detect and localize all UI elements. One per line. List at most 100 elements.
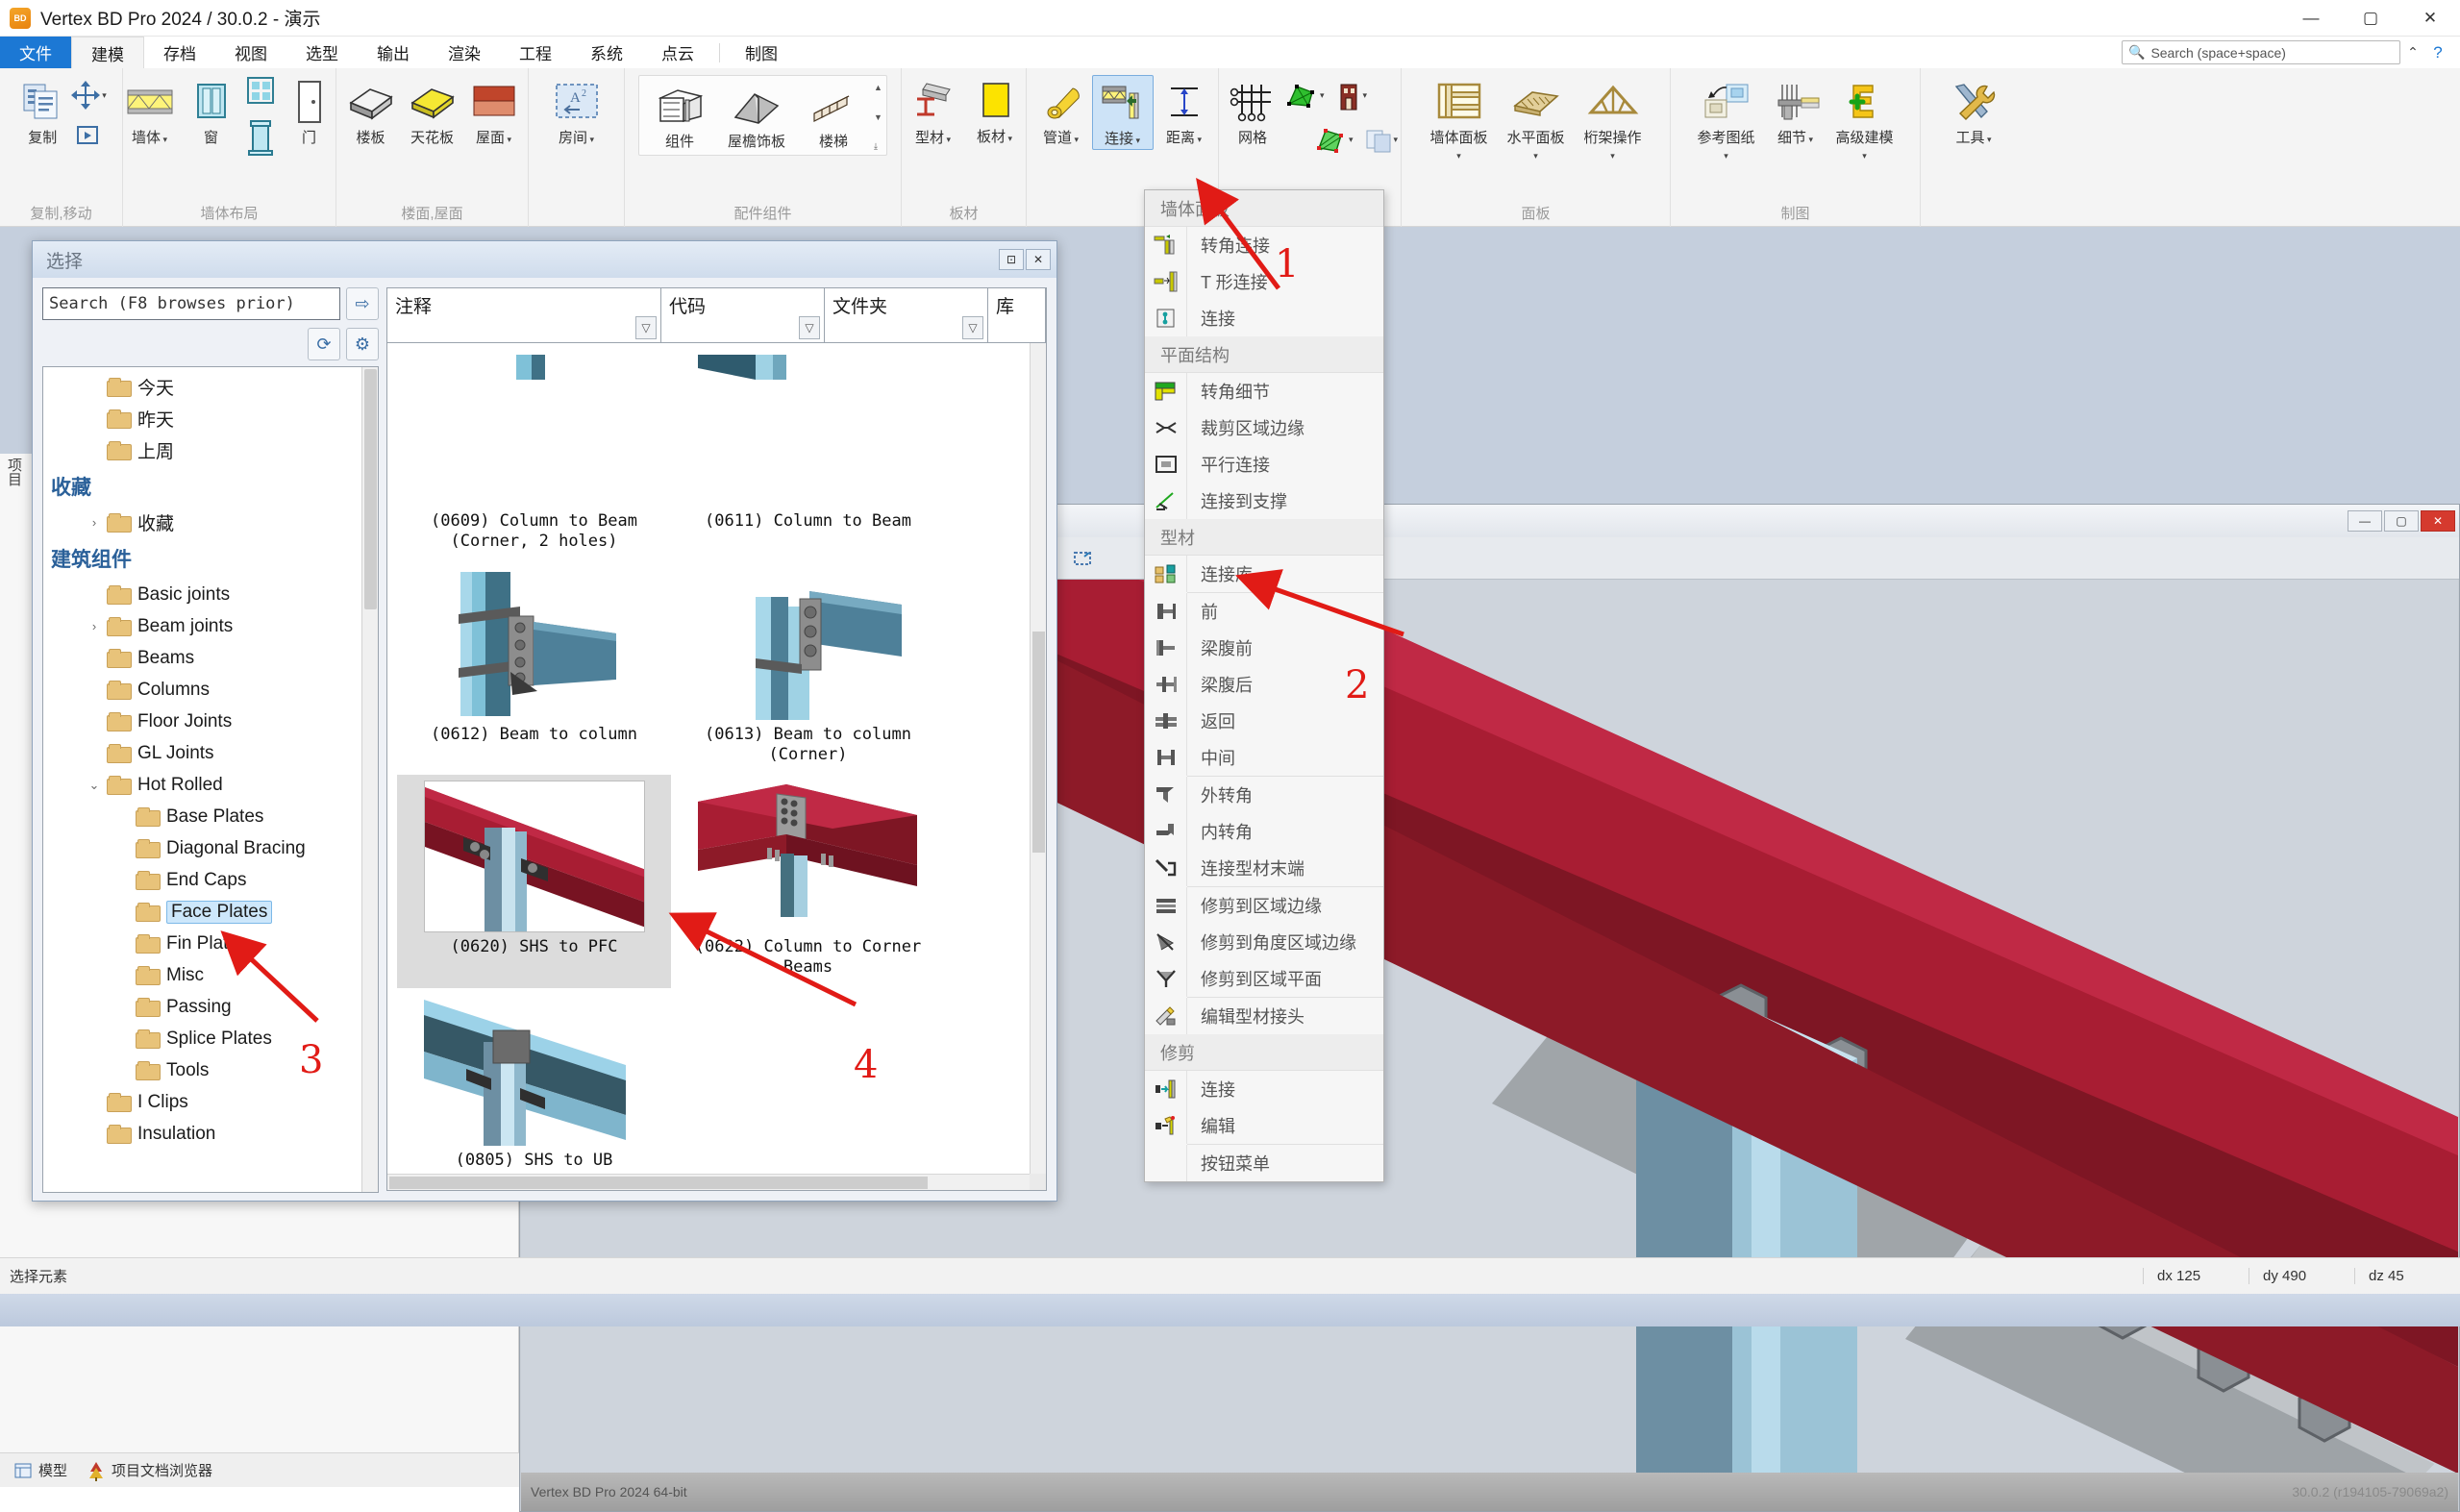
building-icon[interactable]: [1334, 79, 1363, 112]
terrain-icon[interactable]: [1283, 79, 1320, 112]
tree-item[interactable]: 上周: [43, 434, 378, 466]
tree-item[interactable]: Columns: [43, 674, 378, 706]
item-cell[interactable]: (0620) SHS to PFC: [397, 775, 671, 988]
column-header-0[interactable]: 注释 ▽: [387, 288, 661, 342]
casement-window-icon[interactable]: [242, 117, 279, 160]
chevron-down-icon[interactable]: ▾: [161, 135, 167, 144]
menu-item[interactable]: 返回: [1145, 703, 1383, 739]
move-icon[interactable]: [69, 79, 102, 112]
menu-item[interactable]: 平行连接: [1145, 446, 1383, 483]
ribbon-button-floor-slab[interactable]: 楼板: [340, 75, 402, 148]
items-grid[interactable]: (0609) Column to Beam (Corner, 2 holes) (…: [386, 343, 1047, 1191]
search-go-button[interactable]: ⇨: [346, 287, 379, 320]
menu-item[interactable]: 连接到支撑: [1145, 483, 1383, 519]
tree-item[interactable]: 昨天: [43, 403, 378, 434]
ribbon-button-advanced-modeling[interactable]: 高级建模 ▾: [1826, 75, 1903, 165]
ribbon-button-horizontal-panel[interactable]: 水平面板 ▾: [1498, 75, 1575, 165]
mirror-icon[interactable]: [75, 123, 102, 148]
model-window-minimize[interactable]: —: [2348, 510, 2382, 532]
tree-item[interactable]: GL Joints: [43, 737, 378, 769]
menu-item[interactable]: 连接型材末端: [1145, 850, 1383, 886]
menu-item[interactable]: 中间: [1145, 739, 1383, 776]
chevron-down-icon[interactable]: ▾: [587, 135, 594, 144]
tree-expander-icon[interactable]: ›: [82, 515, 107, 530]
tree-item[interactable]: ⌄ Hot Rolled: [43, 769, 378, 801]
ribbon-button-window[interactable]: 窗: [181, 75, 242, 148]
settings-button[interactable]: ⚙: [346, 328, 379, 360]
tree-item[interactable]: I Clips: [43, 1086, 378, 1118]
menu-item[interactable]: 连接: [1145, 300, 1383, 336]
chevron-down-icon[interactable]: ▾: [1320, 90, 1325, 101]
refresh-button[interactable]: ⟳: [308, 328, 340, 360]
menu-item[interactable]: 修剪到角度区域边缘: [1145, 924, 1383, 960]
chevron-down-icon[interactable]: ▾: [944, 135, 951, 144]
tree-item[interactable]: Fin Plates: [43, 928, 378, 959]
menu-item[interactable]: 修剪到区域平面: [1145, 960, 1383, 997]
chevron-down-icon[interactable]: ▾: [1072, 135, 1079, 144]
chevron-down-icon[interactable]: ▾: [505, 135, 511, 144]
menu-item[interactable]: 连接: [1145, 1071, 1383, 1107]
ribbon-button-wall-panel[interactable]: 墙体面板 ▾: [1421, 75, 1498, 165]
chevron-down-icon[interactable]: ▾: [1610, 151, 1615, 161]
chevron-down-icon[interactable]: ▾: [1133, 136, 1140, 145]
menu-item[interactable]: 编辑型材接头: [1145, 998, 1383, 1034]
menu-item[interactable]: 编辑: [1145, 1107, 1383, 1144]
item-cell[interactable]: (0805) SHS to UB: [397, 988, 671, 1180]
ribbon-tab-5[interactable]: 输出: [358, 37, 429, 68]
chevron-down-icon[interactable]: ▾: [1456, 151, 1461, 161]
menu-item[interactable]: 修剪到区域边缘: [1145, 887, 1383, 924]
chevron-down-icon[interactable]: ▾: [1806, 135, 1813, 144]
chevron-down-icon[interactable]: ▾: [1984, 135, 1992, 144]
ribbon-tab-9[interactable]: 点云: [642, 37, 713, 68]
item-cell[interactable]: (0622) Column to Corner Beams: [671, 775, 945, 988]
select-dialog-minimize[interactable]: ⊡: [999, 249, 1024, 270]
model-window-close[interactable]: ✕: [2421, 510, 2455, 532]
ribbon-button-roof[interactable]: 屋面 ▾: [463, 75, 525, 148]
ribbon-tab-8[interactable]: 系统: [571, 37, 642, 68]
items-vertical-scrollbar[interactable]: [1030, 343, 1046, 1174]
column-header-1[interactable]: 代码 ▽: [661, 288, 825, 342]
ribbon-button-detail[interactable]: 细节 ▾: [1765, 75, 1826, 148]
chevron-down-icon[interactable]: ▾: [1724, 151, 1728, 161]
tree-item[interactable]: Splice Plates: [43, 1023, 378, 1054]
ribbon-button-component[interactable]: 组件: [641, 79, 718, 152]
item-cell[interactable]: (0611) Column to Beam: [671, 349, 945, 562]
tree-item[interactable]: 今天: [43, 371, 378, 403]
ribbon-tab-3[interactable]: 视图: [215, 37, 286, 68]
ribbon-tab-1[interactable]: 建模: [71, 37, 144, 68]
column-filter-icon[interactable]: ▽: [635, 316, 657, 339]
tree-item[interactable]: End Caps: [43, 864, 378, 896]
ribbon-button-panel[interactable]: 板材 ▾: [964, 75, 1026, 148]
column-filter-icon[interactable]: ▽: [962, 316, 983, 339]
tree-item[interactable]: Basic joints: [43, 579, 378, 610]
ribbon-button-grid[interactable]: 网格: [1222, 75, 1283, 148]
ribbon-button-connection[interactable]: 连接 ▾: [1091, 75, 1154, 151]
select-dialog-close[interactable]: ✕: [1026, 249, 1051, 270]
menu-item[interactable]: 内转角: [1145, 813, 1383, 850]
gallery-expand-icon[interactable]: ⤓: [874, 141, 882, 152]
left-dock-tab-model[interactable]: 模型: [6, 1457, 75, 1483]
search-input[interactable]: Search (F8 browses prior): [42, 287, 340, 320]
help-button[interactable]: ?: [2425, 40, 2450, 65]
ribbon-button-ceiling[interactable]: 天花板: [402, 75, 463, 148]
ribbon-button-eaves-board[interactable]: 屋檐饰板: [718, 79, 795, 152]
ribbon-tab-2[interactable]: 存档: [144, 37, 215, 68]
items-vscroll-thumb[interactable]: [1032, 632, 1045, 853]
tree-item[interactable]: Insulation: [43, 1118, 378, 1150]
tree-item[interactable]: Diagonal Bracing: [43, 832, 378, 864]
ribbon-button-truss[interactable]: 桁架操作 ▾: [1575, 75, 1652, 165]
menu-item[interactable]: 梁腹前: [1145, 630, 1383, 666]
menu-item[interactable]: 按钮菜单: [1145, 1145, 1383, 1181]
tree-item[interactable]: Misc: [43, 959, 378, 991]
chevron-down-icon[interactable]: ▾: [1862, 151, 1867, 161]
scroll-up-icon[interactable]: ▲: [874, 83, 882, 92]
tree-item[interactable]: › Beam joints: [43, 610, 378, 642]
chevron-down-icon[interactable]: ▾: [1394, 135, 1399, 145]
item-cell[interactable]: (0612) Beam to column: [397, 562, 671, 776]
chevron-down-icon[interactable]: ▾: [1195, 135, 1202, 144]
menu-item[interactable]: 外转角: [1145, 777, 1383, 813]
ribbon-tab-7[interactable]: 工程: [500, 37, 571, 68]
ribbon-button-tools[interactable]: 工具 ▾: [1943, 75, 2004, 148]
ribbon-button-wall[interactable]: 墙体 ▾: [119, 75, 181, 148]
ribbon-button-reference-drawing[interactable]: 参考图纸 ▾: [1688, 75, 1765, 165]
